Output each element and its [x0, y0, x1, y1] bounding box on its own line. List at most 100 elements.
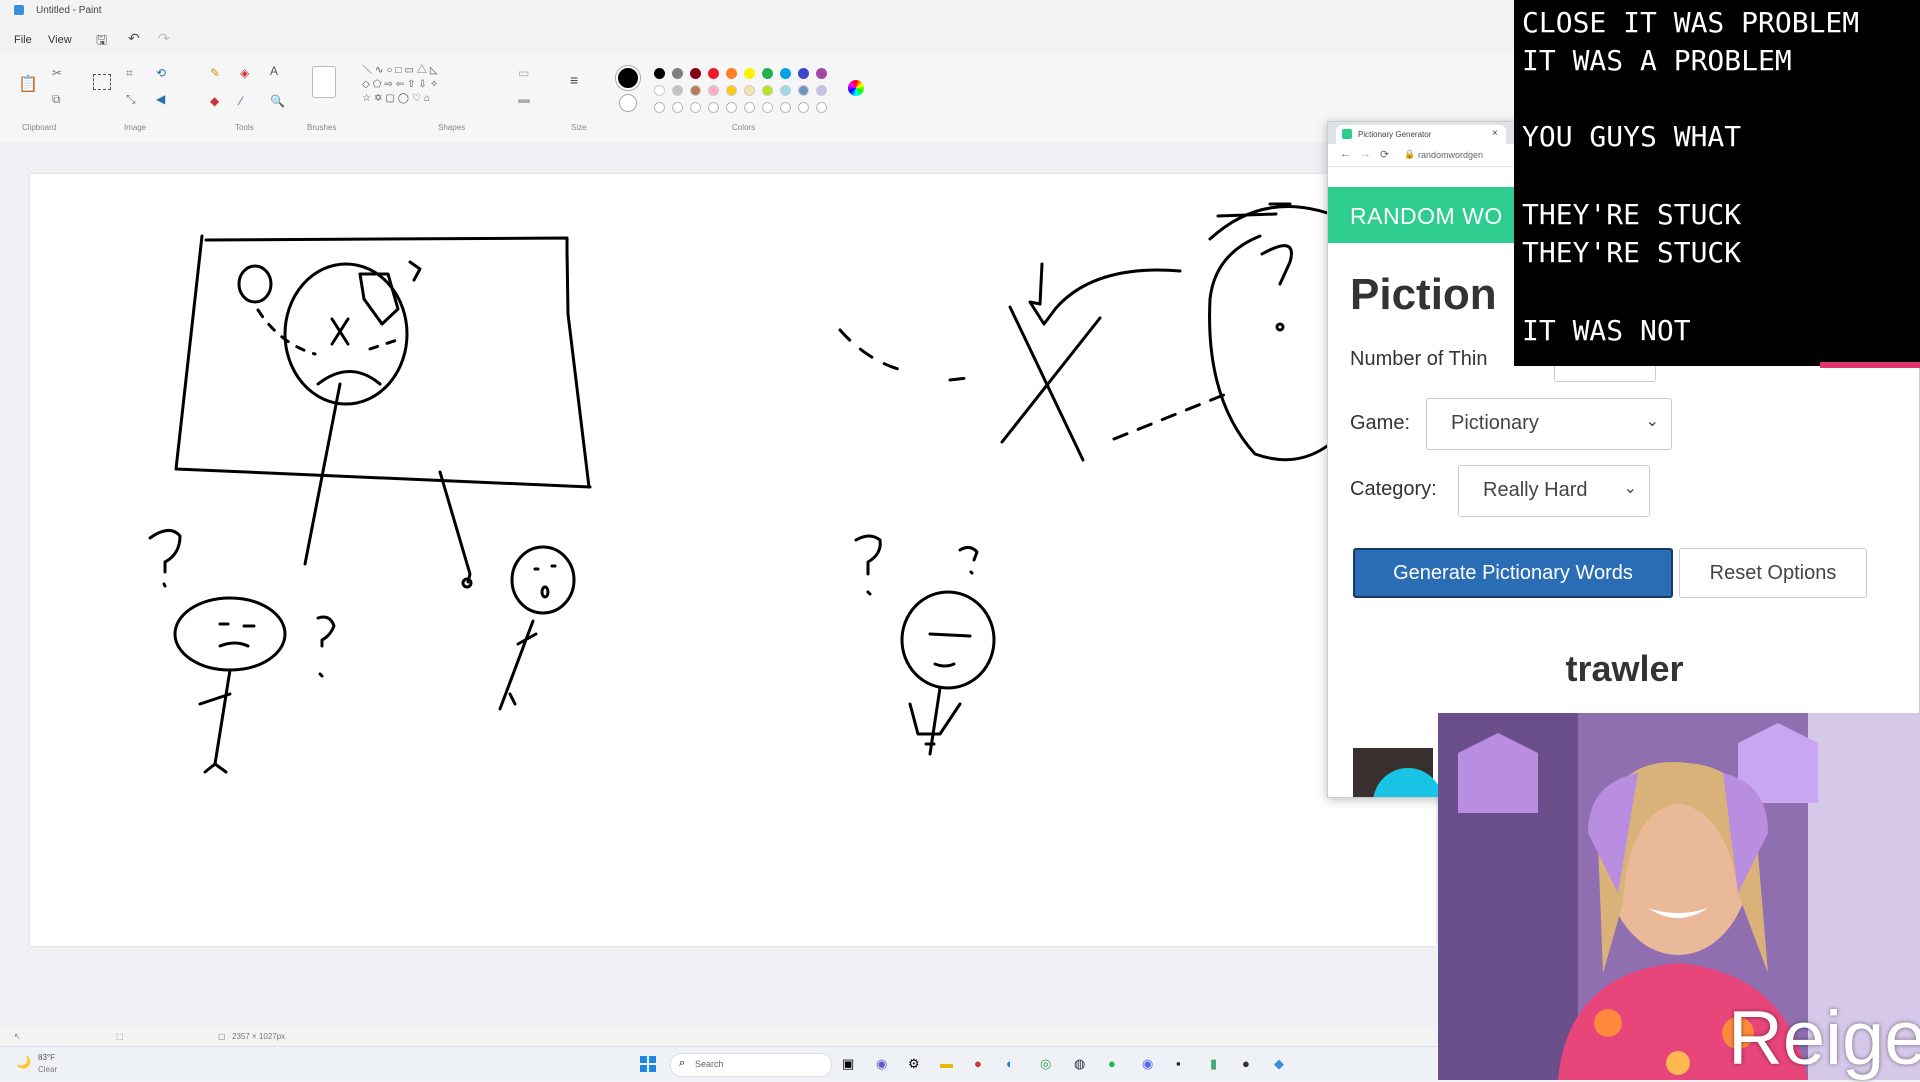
- color-swatch[interactable]: [690, 68, 701, 79]
- paint-taskbar-icon[interactable]: ◆: [1274, 1056, 1284, 1072]
- brush-icon[interactable]: [312, 66, 336, 98]
- menu-view[interactable]: View: [48, 34, 72, 46]
- color-swatch[interactable]: [780, 68, 791, 79]
- custom-color-slot[interactable]: [690, 102, 701, 113]
- size-icon[interactable]: ≡: [570, 72, 578, 88]
- custom-color-slot[interactable]: [744, 102, 755, 113]
- obs-icon[interactable]: ●: [1242, 1056, 1250, 1071]
- fill-icon[interactable]: ◈: [240, 66, 249, 80]
- selection-size-icon: ⬚: [116, 1032, 124, 1041]
- settings-icon[interactable]: ⚙: [908, 1056, 920, 1072]
- rotate-icon[interactable]: ⟲: [156, 66, 166, 80]
- save-icon[interactable]: 🖫: [96, 31, 107, 53]
- select-icon[interactable]: [93, 74, 111, 90]
- color-swatch[interactable]: [816, 85, 827, 96]
- color-swatch[interactable]: [708, 85, 719, 96]
- magnifier-icon[interactable]: 🔍: [270, 94, 285, 108]
- crop-icon[interactable]: ⌗: [126, 66, 133, 81]
- color-swatch[interactable]: [672, 68, 683, 79]
- color-swatch[interactable]: [798, 68, 809, 79]
- custom-color-slot[interactable]: [708, 102, 719, 113]
- start-button[interactable]: [640, 1056, 656, 1072]
- lock-icon: 🔒: [1404, 149, 1416, 159]
- flip-icon[interactable]: ◀: [156, 92, 165, 106]
- custom-color-slot[interactable]: [654, 102, 665, 113]
- color-swatch[interactable]: [744, 85, 755, 96]
- sketch-head-middle: [900, 590, 996, 690]
- search-icon: ⌕: [679, 1057, 686, 1069]
- color-swatch[interactable]: [798, 85, 809, 96]
- color-swatch[interactable]: [744, 68, 755, 79]
- weather-icon[interactable]: 🌙: [16, 1055, 31, 1069]
- pencil-icon[interactable]: ✎: [210, 66, 220, 80]
- custom-color-slot[interactable]: [780, 102, 791, 113]
- group-label-colors: Colors: [732, 123, 756, 132]
- chat-icon[interactable]: ◉: [876, 1056, 887, 1072]
- url-field[interactable]: randomwordgen: [1418, 150, 1483, 160]
- edit-colors-icon[interactable]: [848, 80, 864, 96]
- color-swatch[interactable]: [654, 85, 665, 96]
- color-swatch[interactable]: [780, 85, 791, 96]
- color-swatch[interactable]: [762, 85, 773, 96]
- chat-line: YOU GUYS WHAT: [1522, 120, 1742, 153]
- color-swatch[interactable]: [672, 85, 683, 96]
- reset-options-button[interactable]: Reset Options: [1679, 548, 1867, 598]
- shapes-gallery[interactable]: ＼∿○□▭△◺ ◇⬠⇨⇦⇧⇩✧ ☆✡▢◯♡⌂: [362, 64, 502, 108]
- taskbar-apps: ▣ ◉ ⚙ ▬ ● ◐ ◎ ◍ ● ◉ ▪ ▮ ● ◆: [842, 1056, 1284, 1074]
- banner-title: RANDOM WO: [1350, 203, 1503, 229]
- color-swatch[interactable]: [708, 68, 719, 79]
- color-swatch[interactable]: [816, 68, 827, 79]
- forward-icon[interactable]: →: [1360, 148, 1371, 160]
- resize-icon[interactable]: ⤡: [126, 92, 136, 107]
- reload-icon[interactable]: ⟳: [1380, 148, 1389, 161]
- primary-color[interactable]: [616, 66, 640, 90]
- copy-icon[interactable]: ⧉: [52, 92, 61, 107]
- edge-icon[interactable]: ◐: [1006, 1056, 1014, 1071]
- cut-icon[interactable]: ✂: [52, 66, 62, 80]
- spotify-icon[interactable]: ●: [1108, 1056, 1116, 1071]
- color-swatch[interactable]: [762, 68, 773, 79]
- menu-file[interactable]: File: [14, 34, 32, 46]
- search-box[interactable]: ⌕ Search: [670, 1053, 832, 1077]
- terminal-icon[interactable]: ▪: [1176, 1056, 1181, 1071]
- group-label-image: Image: [124, 123, 147, 132]
- paint-app-icon: [14, 5, 24, 15]
- browser-tab[interactable]: Pictionary Generator ×: [1336, 125, 1506, 144]
- custom-color-slot[interactable]: [798, 102, 809, 113]
- file-explorer-icon[interactable]: ▬: [940, 1056, 953, 1071]
- outline-icon[interactable]: ▭: [518, 66, 529, 80]
- secondary-color[interactable]: [619, 94, 637, 112]
- discord-icon[interactable]: ◉: [1142, 1056, 1153, 1072]
- category-select[interactable]: Really Hard ⌄: [1458, 465, 1650, 517]
- custom-color-slot[interactable]: [762, 102, 773, 113]
- back-icon[interactable]: ←: [1340, 148, 1351, 160]
- chat-line: CLOSE IT WAS PROBLEM: [1522, 6, 1860, 39]
- color-swatch[interactable]: [654, 68, 665, 79]
- close-icon[interactable]: ×: [1492, 128, 1498, 139]
- text-icon[interactable]: A: [270, 64, 278, 78]
- sketch-head-small-right: [510, 545, 576, 615]
- chrome-icon[interactable]: ◎: [1040, 1056, 1051, 1072]
- generate-button[interactable]: Generate Pictionary Words: [1353, 548, 1673, 598]
- color-swatch[interactable]: [726, 68, 737, 79]
- color-picker-icon[interactable]: ⁄: [240, 94, 242, 108]
- image-thumbnail: [1353, 748, 1443, 797]
- paste-icon[interactable]: 📋: [18, 74, 38, 94]
- drawing-canvas[interactable]: [30, 174, 1436, 946]
- custom-color-slot[interactable]: [816, 102, 827, 113]
- number-label: Number of Thin: [1350, 348, 1488, 370]
- notepad-icon[interactable]: ▮: [1210, 1056, 1217, 1072]
- color-swatch[interactable]: [726, 85, 737, 96]
- eraser-icon[interactable]: ◆: [210, 94, 219, 108]
- task-view-icon[interactable]: ▣: [842, 1056, 854, 1072]
- undo-icon[interactable]: ↶: [128, 30, 140, 47]
- chat-line: THEY'RE STUCK: [1522, 236, 1742, 269]
- steam-icon[interactable]: ◍: [1074, 1056, 1085, 1072]
- redo-icon[interactable]: ↷: [158, 30, 170, 47]
- custom-color-slot[interactable]: [726, 102, 737, 113]
- shape-fill-icon[interactable]: ▬: [518, 92, 530, 106]
- game-select[interactable]: Pictionary ⌄: [1426, 398, 1672, 450]
- app-icon[interactable]: ●: [974, 1056, 982, 1071]
- custom-color-slot[interactable]: [672, 102, 683, 113]
- color-swatch[interactable]: [690, 85, 701, 96]
